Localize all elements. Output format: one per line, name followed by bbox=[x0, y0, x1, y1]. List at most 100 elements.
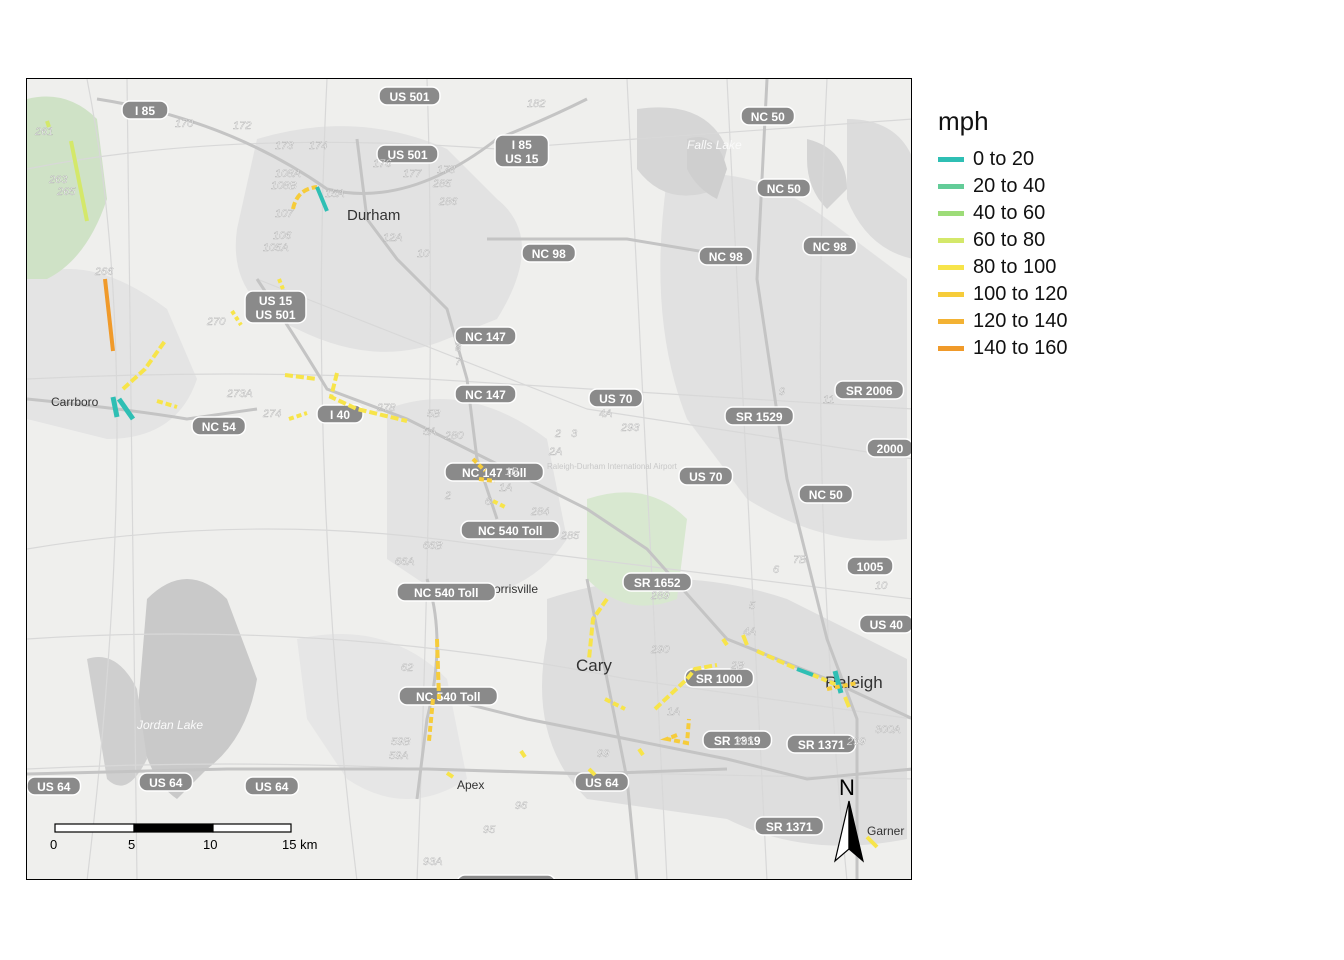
legend-swatch bbox=[938, 265, 964, 270]
legend-label: 120 to 140 bbox=[973, 310, 1068, 332]
place-garner: Garner bbox=[867, 824, 904, 838]
legend-swatch bbox=[938, 292, 964, 297]
exit-number: 261 bbox=[34, 126, 53, 138]
exit-number: 5 bbox=[749, 600, 756, 612]
road-shield-label: US 15 bbox=[505, 152, 539, 166]
scale-tick-0: 0 bbox=[50, 837, 57, 852]
road-shield-label: US 501 bbox=[255, 308, 295, 322]
road-shield: NC 540 Toll bbox=[460, 520, 561, 540]
road-shield: SR 2006 bbox=[834, 380, 905, 400]
exit-number: 95 bbox=[483, 824, 496, 836]
legend-swatch bbox=[938, 319, 964, 324]
legend-swatch bbox=[938, 211, 964, 216]
road-shield-label: US 64 bbox=[149, 776, 183, 790]
road-shield-label: I 40 bbox=[330, 408, 350, 422]
road-shield: US 40 bbox=[858, 614, 911, 634]
road-shield-label: NC 540 Toll bbox=[474, 878, 538, 880]
exit-number: 59B bbox=[391, 736, 411, 748]
road-shield-label: SR 1529 bbox=[736, 410, 783, 424]
place-apex: Apex bbox=[457, 778, 484, 792]
exit-number: 59A bbox=[389, 750, 409, 762]
road-shield-label: NC 50 bbox=[751, 110, 785, 124]
road-shield: 2000 bbox=[866, 438, 911, 458]
place-airport: Raleigh-Durham International Airport bbox=[547, 462, 678, 471]
exit-number: 108B bbox=[271, 180, 297, 192]
road-shield-label: NC 540 Toll bbox=[478, 524, 542, 538]
road-shield: I 85 bbox=[121, 100, 169, 120]
road-shield-label: SR 1371 bbox=[798, 738, 845, 752]
exit-number: 5B bbox=[427, 408, 440, 420]
place-jordan-lake: Jordan Lake bbox=[136, 718, 203, 732]
road-shield: NC 98 bbox=[802, 236, 858, 256]
exit-number: 66A bbox=[395, 556, 415, 568]
exit-number: 263 bbox=[48, 174, 68, 186]
exit-number: 285 bbox=[432, 178, 452, 190]
road-shield: NC 540 Toll bbox=[398, 686, 499, 706]
road-shield: NC 540 Toll bbox=[396, 582, 497, 602]
legend-swatch bbox=[938, 157, 964, 162]
road-shield: US 64 bbox=[27, 776, 82, 796]
exit-number: 299 bbox=[846, 736, 865, 748]
legend-label: 140 to 160 bbox=[973, 337, 1068, 359]
map-canvas: Durham Carrboro Morrisville Cary Raleigh… bbox=[27, 79, 911, 880]
exit-number: 286 bbox=[438, 196, 458, 208]
exit-number: 7 bbox=[455, 356, 462, 368]
road-shield-label: NC 147 bbox=[465, 330, 506, 344]
road-shield-label: NC 147 bbox=[465, 388, 506, 402]
legend-item: 20 to 40 bbox=[938, 173, 1068, 200]
exit-number: 2 bbox=[444, 490, 451, 502]
legend-items: 0 to 20 20 to 40 40 to 60 60 to 80 80 to 100… bbox=[938, 146, 1068, 362]
exit-number: 178 bbox=[437, 164, 456, 176]
road-shield: 1005 bbox=[846, 556, 894, 576]
road-shield: US 64 bbox=[574, 772, 630, 792]
road-shield: US 64 bbox=[244, 776, 300, 796]
exit-number: 170 bbox=[175, 118, 194, 130]
exit-number: 7B bbox=[793, 554, 806, 566]
exit-number: 3 bbox=[571, 428, 578, 440]
exit-number: 15A bbox=[325, 188, 345, 200]
scale-tick-10: 10 bbox=[203, 837, 217, 852]
legend-item: 140 to 160 bbox=[938, 335, 1068, 362]
road-shield: NC 50 bbox=[798, 484, 854, 504]
road-shield-label: NC 54 bbox=[202, 420, 236, 434]
exit-number: 10 bbox=[417, 248, 430, 260]
road-shield: US 70 bbox=[678, 466, 734, 486]
exit-number: 1A bbox=[667, 706, 680, 718]
exit-number: 274 bbox=[262, 408, 281, 420]
place-carrboro: Carrboro bbox=[51, 395, 99, 409]
legend-item: 0 to 20 bbox=[938, 146, 1068, 173]
road-shield-label: 1005 bbox=[857, 560, 884, 574]
road-shield: NC 50 bbox=[740, 106, 796, 126]
road-shield-label: US 40 bbox=[870, 618, 904, 632]
exit-number: 300A bbox=[875, 724, 901, 736]
road-shield-label: US 64 bbox=[255, 780, 289, 794]
exit-number: 278 bbox=[376, 402, 396, 414]
road-shield: NC 54 bbox=[191, 416, 247, 436]
road-shield: NC 98 bbox=[521, 243, 577, 263]
road-shield: SR 1652 bbox=[622, 572, 693, 592]
place-cary: Cary bbox=[576, 656, 612, 675]
exit-number: 10 bbox=[875, 580, 888, 592]
exit-number: 285 bbox=[560, 530, 580, 542]
exit-number: 6 bbox=[773, 564, 780, 576]
road-shield: NC 147 bbox=[454, 326, 517, 346]
exit-number: 176 bbox=[373, 158, 392, 170]
exit-number: 4A bbox=[599, 408, 612, 420]
legend: mph 0 to 20 20 to 40 40 to 60 60 to 80 80 to… bbox=[938, 106, 1068, 362]
exit-number: 11 bbox=[823, 394, 834, 406]
legend-item: 100 to 120 bbox=[938, 281, 1068, 308]
scale-tick-15: 15 km bbox=[282, 837, 317, 852]
road-shield: US 501 bbox=[378, 86, 441, 106]
road-shield-label: I 85 bbox=[135, 104, 155, 118]
exit-number: 173 bbox=[275, 140, 294, 152]
exit-number: 1A bbox=[499, 482, 512, 494]
map-panel[interactable]: Durham Carrboro Morrisville Cary Raleigh… bbox=[26, 78, 912, 880]
road-shield-label: US 64 bbox=[585, 776, 619, 790]
legend-item: 80 to 100 bbox=[938, 254, 1068, 281]
road-shield-label: SR 1000 bbox=[696, 672, 743, 686]
road-shield-label: US 64 bbox=[37, 780, 71, 794]
road-shield: SR 1529 bbox=[724, 406, 795, 426]
road-shield: US 64 bbox=[138, 772, 194, 792]
road-shield-label: I 85 bbox=[512, 138, 532, 152]
road-shield-label: US 70 bbox=[599, 392, 633, 406]
